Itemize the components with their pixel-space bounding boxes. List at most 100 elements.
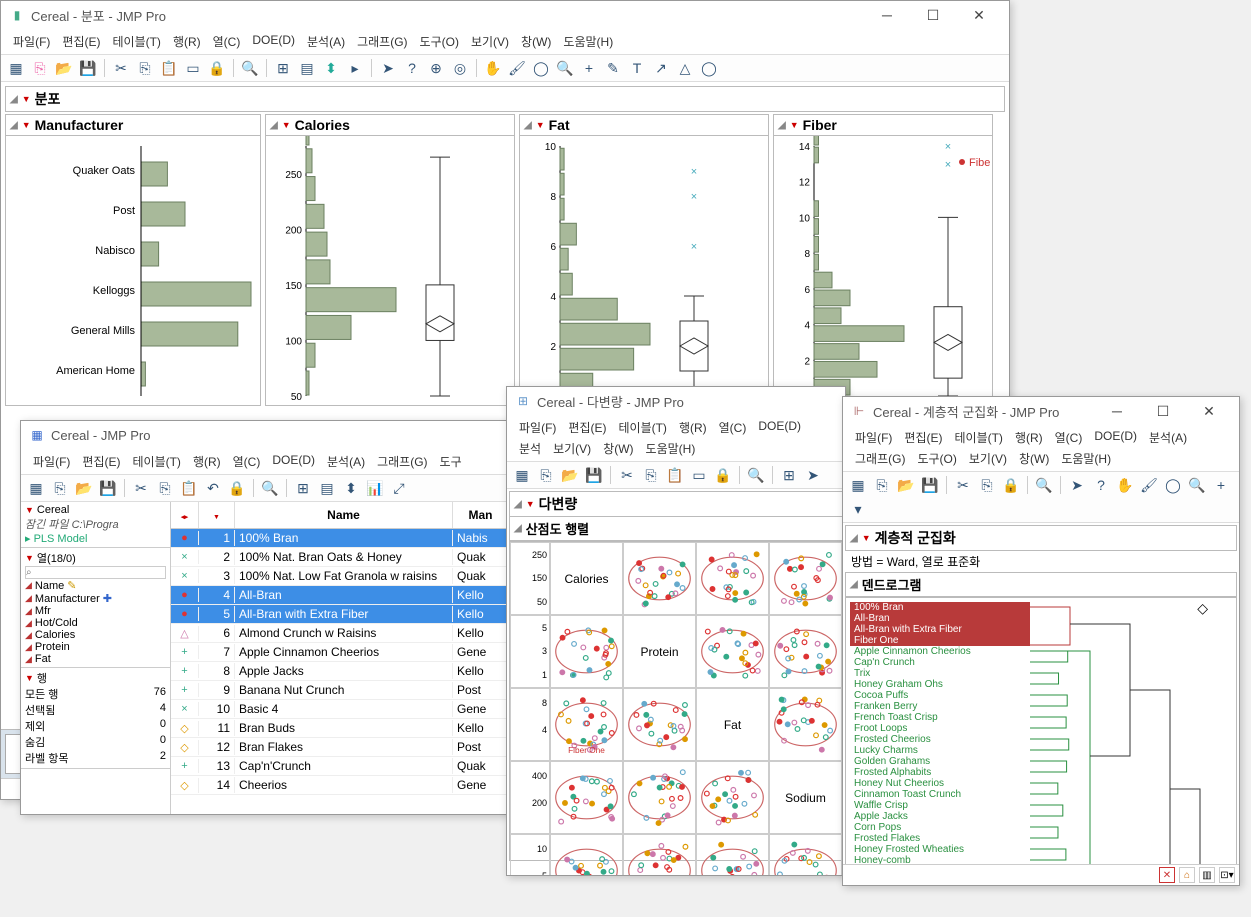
open-icon[interactable]: ⎘ — [49, 477, 71, 499]
marker-col-header[interactable]: ◂▸ — [171, 502, 199, 528]
menu-창(W)[interactable]: 창(W) — [1013, 448, 1055, 469]
menu-행(R)[interactable]: 행(R) — [1009, 427, 1049, 448]
folder-icon[interactable]: 📂 — [895, 474, 917, 496]
dendro-item[interactable]: Lucky Charms — [850, 745, 1030, 756]
dendro-item[interactable]: Franken Berry — [850, 701, 1030, 712]
menu-행(R)[interactable]: 행(R) — [187, 451, 227, 472]
fat-chart[interactable]: 0246810××× — [520, 136, 770, 406]
lock-icon[interactable]: 🔒 — [226, 477, 248, 499]
col-Protein[interactable]: ◢Protein — [25, 641, 166, 653]
search-icon[interactable]: 🔍 — [239, 57, 261, 79]
table-name[interactable]: Cereal — [37, 504, 69, 516]
minimize-button[interactable]: ─ — [865, 3, 909, 27]
chart-icon[interactable]: 📊 — [364, 477, 386, 499]
copy-icon[interactable]: ⎘ — [134, 57, 156, 79]
grid-icon[interactable]: ⊞ — [778, 464, 800, 486]
columns-header[interactable]: 열(18/0) — [37, 550, 76, 566]
menu-분석(A)[interactable]: 분석(A) — [301, 31, 351, 52]
pointer-icon[interactable]: ➤ — [377, 57, 399, 79]
menu-파일(F)[interactable]: 파일(F) — [849, 427, 898, 448]
table-row[interactable]: ● 1 100% Bran Nabis — [171, 529, 509, 548]
cols-icon[interactable]: ▤ — [316, 477, 338, 499]
rows-header[interactable]: 행 — [37, 670, 47, 686]
plus-icon[interactable]: + — [578, 57, 600, 79]
menu-열(C)[interactable]: 열(C) — [713, 417, 753, 438]
dendro-item[interactable]: Cocoa Puffs — [850, 690, 1030, 701]
save-icon[interactable]: 💾 — [77, 57, 99, 79]
scatter-cell[interactable] — [623, 542, 696, 615]
copy-icon[interactable]: ⎘ — [640, 464, 662, 486]
cut-icon[interactable]: ✂ — [952, 474, 974, 496]
menu-분석(A)[interactable]: 분석(A) — [321, 451, 371, 472]
rows-icon[interactable]: ⬍ — [340, 477, 362, 499]
dendro-item[interactable]: Golden Grahams — [850, 756, 1030, 767]
table-icon[interactable]: ▤ — [296, 57, 318, 79]
new-icon[interactable]: ▦ — [847, 474, 869, 496]
lasso-icon[interactable]: ◯ — [530, 57, 552, 79]
lock-icon[interactable]: 🔒 — [206, 57, 228, 79]
menu-분석(A)[interactable]: 분석(A) — [1143, 427, 1193, 448]
folder-icon[interactable]: 📂 — [559, 464, 581, 486]
search-icon[interactable]: 🔍 — [259, 477, 281, 499]
brush-icon[interactable]: 🖌 — [506, 57, 528, 79]
scatter-cell[interactable]: Sodium — [769, 761, 842, 834]
dendro-item[interactable]: French Toast Crisp — [850, 712, 1030, 723]
paste-icon[interactable]: 📋 — [158, 57, 180, 79]
dendrogram[interactable]: 100% BranAll-BranAll-Bran with Extra Fib… — [845, 597, 1237, 864]
menu-그래프(G)[interactable]: 그래프(G) — [849, 448, 911, 469]
rowstat-라벨 항목[interactable]: 라벨 항목2 — [25, 750, 166, 766]
menu-도구(O)[interactable]: 도구(O) — [414, 31, 465, 52]
section-scatter[interactable]: ◢ 산점도 행렬 — [509, 517, 843, 541]
menu-분석[interactable]: 분석 — [513, 438, 547, 459]
scatter-cell[interactable]: Fiber One — [769, 834, 842, 875]
disclosure-icon[interactable]: ◢ — [10, 94, 18, 105]
menu-그래프(G)[interactable]: 그래프(G) — [371, 451, 433, 472]
home-icon[interactable]: ⌂ — [1179, 867, 1195, 883]
open-icon[interactable]: ⎘ — [871, 474, 893, 496]
table-row[interactable]: ● 4 All-Bran Kello — [171, 586, 509, 605]
manufacturer-bars[interactable]: Quaker OatsPostNabiscoKelloggsGeneral Mi… — [6, 136, 262, 406]
table-row[interactable]: ◇ 14 Cheerios Gene — [171, 776, 509, 795]
scatter-cell[interactable]: Fiber One — [550, 688, 623, 761]
folder-icon[interactable]: 📂 — [53, 57, 75, 79]
menu-편집(E)[interactable]: 편집(E) — [898, 427, 948, 448]
ellipse-icon[interactable]: ◯ — [698, 57, 720, 79]
scatter-cell[interactable]: Fiber One — [623, 834, 696, 875]
table-row[interactable]: ● 5 All-Bran with Extra Fiber Kello — [171, 605, 509, 624]
table-row[interactable]: ◇ 12 Bran Flakes Post — [171, 738, 509, 757]
menu-창(W)[interactable]: 창(W) — [515, 31, 557, 52]
scatter-cell[interactable] — [769, 615, 842, 688]
titlebar[interactable]: ⊩ Cereal - 계층적 군집화 - JMP Pro ─ ☐ ✕ — [843, 397, 1239, 425]
scatter-cell[interactable]: Fat — [696, 688, 769, 761]
scatter-cell[interactable] — [623, 761, 696, 834]
table-row[interactable]: × 10 Basic 4 Gene — [171, 700, 509, 719]
table-row[interactable]: × 2 100% Nat. Bran Oats & Honey Quak — [171, 548, 509, 567]
close-button[interactable]: ✕ — [957, 3, 1001, 27]
section-multi[interactable]: ◢▼ 다변량 — [509, 491, 843, 517]
maximize-button[interactable]: ☐ — [911, 3, 955, 27]
run-icon[interactable]: ▸ — [344, 57, 366, 79]
minimize-button[interactable]: ─ — [1095, 399, 1139, 423]
options-icon[interactable]: ▼ — [22, 94, 31, 104]
scatter-cell[interactable]: Protein — [623, 615, 696, 688]
clipboard-icon[interactable]: ▭ — [182, 57, 204, 79]
scatter-cell[interactable] — [550, 761, 623, 834]
lock-icon[interactable]: 🔒 — [1000, 474, 1022, 496]
more-icon[interactable]: ▾ — [847, 498, 869, 520]
dendro-item[interactable]: Trix — [850, 668, 1030, 679]
dendro-item[interactable]: Fiber One — [850, 635, 1030, 646]
dendro-item[interactable]: Cinnamon Toast Crunch — [850, 789, 1030, 800]
menu-테이블(T)[interactable]: 테이블(T) — [948, 427, 1008, 448]
column-search-input[interactable] — [25, 566, 166, 579]
menu-열(C)[interactable]: 열(C) — [227, 451, 267, 472]
rowstat-제외[interactable]: 제외0 — [25, 718, 166, 734]
copy-icon[interactable]: ⎘ — [976, 474, 998, 496]
rowstat-선택됨[interactable]: 선택됨4 — [25, 702, 166, 718]
scatter-cell[interactable] — [623, 688, 696, 761]
zoom-menu[interactable]: ⊡▾ — [1219, 867, 1235, 883]
lasso-icon[interactable]: ◯ — [1162, 474, 1184, 496]
menu-도구[interactable]: 도구 — [434, 451, 468, 472]
lock-icon[interactable]: 🔒 — [712, 464, 734, 486]
table-row[interactable]: + 13 Cap'n'Crunch Quak — [171, 757, 509, 776]
section-dendro[interactable]: ◢ 덴드로그램 — [845, 572, 1237, 597]
